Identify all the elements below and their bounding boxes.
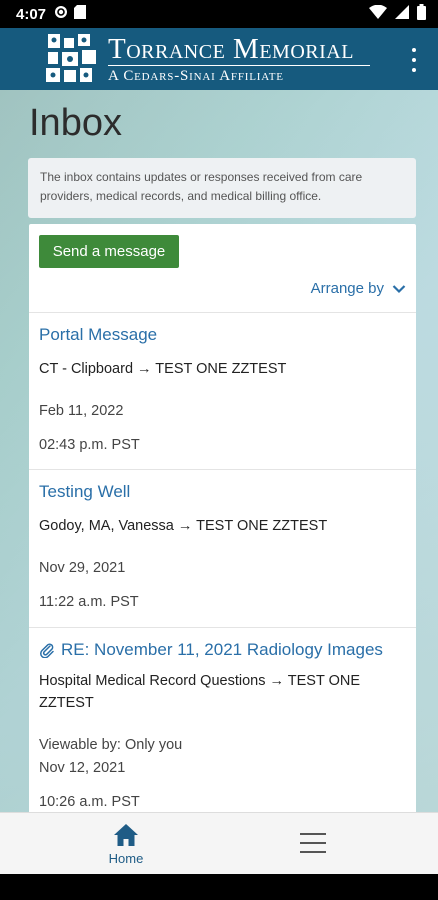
message-date: Nov 29, 2021 <box>39 560 126 576</box>
hamburger-menu-icon[interactable] <box>300 833 326 853</box>
nav-home[interactable]: Home <box>96 823 156 871</box>
overflow-menu-icon[interactable] <box>404 48 424 72</box>
paperclip-icon <box>40 643 54 658</box>
sync-icon <box>54 5 68 23</box>
inbox-card: Send a message Arrange by Portal Message… <box>29 224 416 812</box>
torrance-logo-icon <box>44 32 100 86</box>
gesture-bar <box>0 874 438 900</box>
message-subject[interactable]: Testing Well <box>39 482 130 502</box>
message-date: Feb 11, 2022 <box>39 403 124 419</box>
brand-divider <box>108 65 370 66</box>
brand: Torrance Memorial A Cedars-Sinai Affilia… <box>108 34 370 84</box>
message-subject-row[interactable]: RE: November 11, 2021 Radiology Images <box>39 640 383 660</box>
bottom-nav: Home <box>0 812 438 874</box>
send-message-button[interactable]: Send a message <box>39 235 179 268</box>
main-content: Inbox The inbox contains updates or resp… <box>0 90 438 812</box>
message-item[interactable]: RE: November 11, 2021 Radiology Images H… <box>29 627 416 812</box>
message-route: Godoy, MA, Vanessa → TEST ONE ZZTEST <box>39 518 328 534</box>
message-item[interactable]: Testing Well Godoy, MA, Vanessa → TEST O… <box>29 469 416 627</box>
message-route: Hospital Medical Record Questions → TEST… <box>39 673 361 711</box>
brand-affiliate: A Cedars-Sinai Affiliate <box>108 68 284 84</box>
message-item[interactable]: Portal Message CT - Clipboard → TEST ONE… <box>29 312 416 469</box>
page-title: Inbox <box>29 102 122 144</box>
message-time: 02:43 p.m. PST <box>39 437 140 453</box>
app-header: Torrance Memorial A Cedars-Sinai Affilia… <box>0 28 438 90</box>
brand-name: Torrance Memorial <box>108 33 354 65</box>
message-route: CT - Clipboard → TEST ONE ZZTEST <box>39 361 287 377</box>
message-subject: RE: November 11, 2021 Radiology Images <box>61 640 383 659</box>
signal-icon <box>395 5 409 23</box>
wifi-icon <box>369 4 387 23</box>
nav-home-label: Home <box>108 851 144 866</box>
arrange-by-label: Arrange by <box>310 280 384 297</box>
sd-card-icon <box>74 5 87 23</box>
message-viewable: Viewable by: Only you <box>39 737 183 753</box>
message-time: 10:26 a.m. PST <box>39 794 140 810</box>
message-date: Nov 12, 2021 <box>39 760 126 776</box>
message-time: 11:22 a.m. PST <box>39 594 139 610</box>
chevron-down-icon <box>392 284 406 293</box>
status-time: 4:07 <box>16 5 47 23</box>
status-bar: 4:07 <box>0 0 438 28</box>
inbox-info-text: The inbox contains updates or responses … <box>28 158 416 218</box>
message-subject[interactable]: Portal Message <box>39 325 157 345</box>
arrange-by-dropdown[interactable]: Arrange by <box>311 280 406 297</box>
home-icon <box>114 824 138 846</box>
battery-icon <box>417 4 426 24</box>
